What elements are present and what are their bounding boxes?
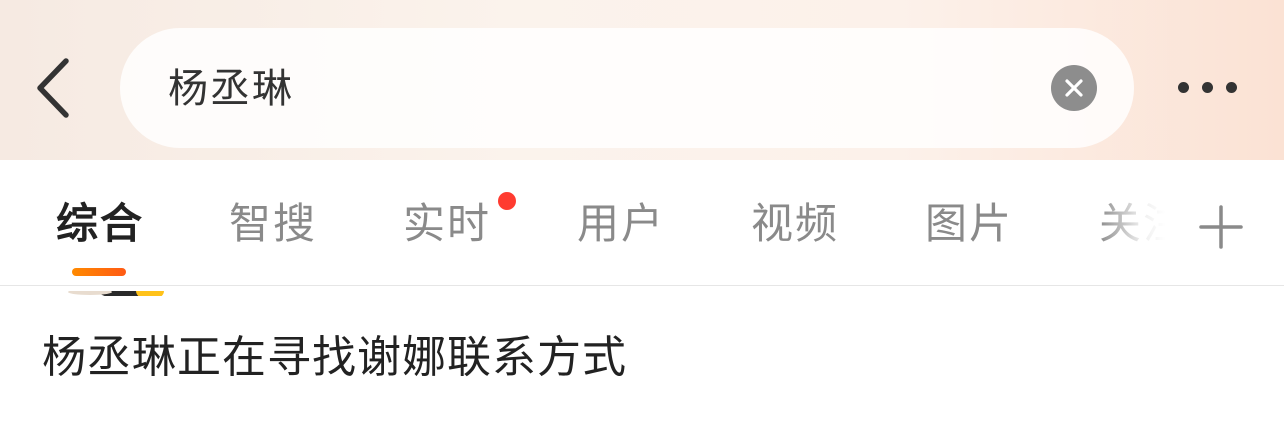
tab-smart-search[interactable]: 智搜 <box>229 198 317 250</box>
clear-search-button[interactable] <box>1051 65 1097 111</box>
search-query[interactable]: 杨丞琳 <box>168 66 294 112</box>
realtime-notification-dot <box>498 192 516 210</box>
search-box[interactable]: 杨丞琳 <box>120 28 1134 148</box>
close-icon <box>1065 79 1083 97</box>
more-dot-icon <box>1226 82 1237 93</box>
tab-comprehensive[interactable]: 综合 <box>56 198 144 250</box>
plus-icon <box>1199 205 1243 249</box>
chevron-left-icon <box>37 58 69 118</box>
avatar[interactable] <box>40 286 170 296</box>
tab-realtime[interactable]: 实时 <box>403 198 491 250</box>
more-dot-icon <box>1202 82 1213 93</box>
tab-videos[interactable]: 视频 <box>751 198 839 250</box>
add-tab-button[interactable] <box>1198 204 1244 250</box>
search-header: 杨丞琳 <box>0 0 1284 160</box>
search-results-page: 杨丞琳 综合 智搜 实时 用户 视频 图片 关注 杨丞琳正在寻找谢娜联系方式 <box>0 0 1284 425</box>
back-button[interactable] <box>28 55 80 121</box>
tab-follow[interactable]: 关注 <box>1099 198 1187 250</box>
active-tab-indicator <box>72 268 126 276</box>
post-title[interactable]: 杨丞琳正在寻找谢娜联系方式 <box>42 330 627 386</box>
tab-images[interactable]: 图片 <box>925 198 1013 250</box>
tab-users[interactable]: 用户 <box>577 198 665 250</box>
more-dot-icon <box>1178 82 1189 93</box>
more-options-button[interactable] <box>1170 68 1250 108</box>
tab-bar: 综合 智搜 实时 用户 视频 图片 关注 <box>0 160 1284 286</box>
